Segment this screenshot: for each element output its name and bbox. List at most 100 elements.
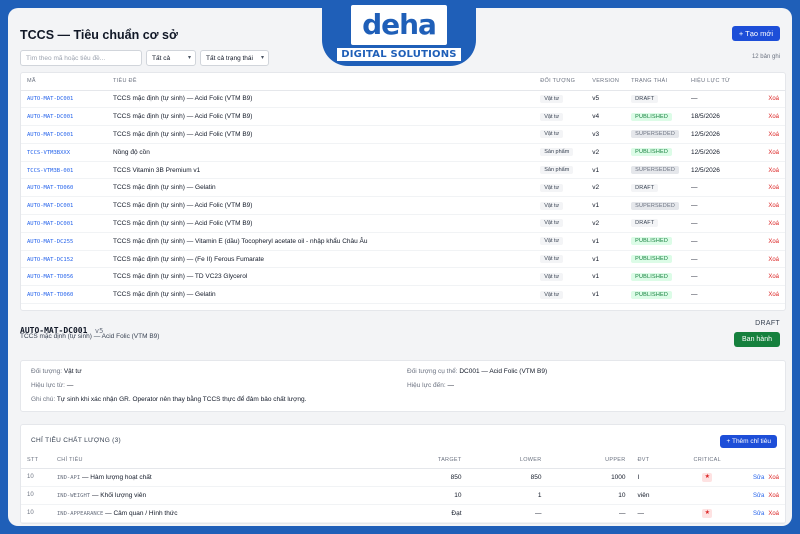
row-delete-link[interactable]: Xoá bbox=[768, 150, 779, 156]
row-delete-link[interactable]: Xoá bbox=[768, 274, 779, 280]
table-row[interactable]: AUTO-MAT-TD060 TCCS mặc định (tự sinh) — … bbox=[21, 285, 785, 305]
row-code-link[interactable]: AUTO-MAT-TD056 bbox=[27, 274, 73, 280]
row-effective-date: — bbox=[685, 232, 749, 251]
metrics-header-row: STT Chỉ tiêu Target Lower Upper ĐVT Crit… bbox=[21, 453, 785, 469]
metric-row: 10 IND-WEIGHT — Khối lượng viên 10 1 10 viên S… bbox=[21, 486, 785, 505]
row-title: TCCS mặc định (tự sinh) — Acid Folic (VT… bbox=[107, 107, 535, 127]
row-code-link[interactable]: AUTO-MAT-DC255 bbox=[27, 239, 73, 245]
row-delete-link[interactable]: Xoá bbox=[768, 168, 779, 174]
row-version: v2 bbox=[586, 214, 626, 233]
row-status-badge: SUPERSEDED bbox=[631, 201, 679, 210]
row-object-badge: Vật tư bbox=[540, 219, 564, 228]
row-version: v1 bbox=[586, 196, 626, 216]
row-delete-link[interactable]: Xoá bbox=[768, 257, 779, 263]
row-delete-link[interactable]: Xoá bbox=[768, 203, 779, 209]
row-effective-date: — bbox=[685, 178, 749, 198]
row-effective-date: — bbox=[685, 267, 749, 287]
row-status-badge: SUPERSEDED bbox=[631, 166, 679, 175]
row-delete-link[interactable]: Xoá bbox=[768, 239, 779, 245]
type-filter-select[interactable]: Tất cả ▾ bbox=[146, 50, 196, 66]
row-code-link[interactable]: AUTO-MAT-TD060 bbox=[27, 292, 73, 298]
page-title: TCCS — Tiêu chuẩn cơ sở bbox=[20, 28, 178, 42]
table-row[interactable]: AUTO-MAT-DC001 TCCS mặc định (tự sinh) — … bbox=[21, 107, 785, 127]
row-code-link[interactable]: TCCS-VTM3B-001 bbox=[27, 168, 73, 174]
row-object-badge: Vật tư bbox=[540, 290, 564, 299]
metric-edit-link[interactable]: Sửa bbox=[753, 475, 764, 481]
info-note-value: Tự sinh khi xác nhận GR. Operator nên th… bbox=[56, 396, 307, 403]
table-row[interactable]: AUTO-MAT-TD056 TCCS mặc định (tự sinh) — … bbox=[21, 267, 785, 287]
row-status-badge: PUBLISHED bbox=[631, 112, 673, 121]
row-delete-link[interactable]: Xoá bbox=[768, 114, 779, 120]
table-row[interactable]: AUTO-MAT-DC001 TCCS mặc định (tự sinh) — … bbox=[21, 125, 785, 144]
metric-stt: 10 bbox=[21, 468, 51, 487]
row-status-badge: PUBLISHED bbox=[631, 255, 673, 264]
table-row[interactable]: AUTO-MAT-TD060 TCCS mặc định (tự sinh) — … bbox=[21, 178, 785, 198]
search-input[interactable] bbox=[20, 50, 142, 66]
col-header-effective: Hiệu lực từ bbox=[685, 73, 749, 91]
row-delete-link[interactable]: Xoá bbox=[768, 96, 779, 102]
row-code-link[interactable]: AUTO-MAT-DC152 bbox=[27, 257, 73, 263]
metric-delete-link[interactable]: Xoá bbox=[768, 493, 779, 499]
row-code-link[interactable]: AUTO-MAT-DC001 bbox=[27, 96, 73, 102]
status-filter-select[interactable]: Tất cả trạng thái ▾ bbox=[200, 50, 269, 66]
row-delete-link[interactable]: Xoá bbox=[768, 292, 779, 298]
metric-name: — Cảm quan / Hình thức bbox=[105, 509, 178, 517]
metrics-col-critical: Critical bbox=[687, 453, 727, 469]
metric-target: 10 bbox=[407, 486, 468, 505]
table-row[interactable]: AUTO-MAT-DC001 TCCS mặc định (tự sinh) — … bbox=[21, 214, 785, 233]
deha-logo: deha DIGITAL SOLUTIONS bbox=[322, 0, 476, 66]
metric-upper: 10 bbox=[547, 486, 632, 505]
row-title: TCCS mặc định (tự sinh) — Acid Folic (VT… bbox=[107, 90, 535, 109]
metric-edit-link[interactable]: Sửa bbox=[753, 511, 764, 517]
row-effective-date: — bbox=[685, 90, 749, 109]
metric-unit: I bbox=[631, 468, 688, 487]
metrics-col-name: Chỉ tiêu bbox=[51, 453, 408, 469]
row-code-link[interactable]: AUTO-MAT-DC001 bbox=[27, 132, 73, 138]
metrics-col-stt: STT bbox=[21, 453, 51, 469]
metrics-col-target: Target bbox=[407, 453, 468, 469]
row-code-link[interactable]: AUTO-MAT-DC001 bbox=[27, 203, 73, 209]
row-title: TCCS mặc định (tự sinh) — (Fe II) Ferous… bbox=[107, 250, 535, 269]
table-row[interactable]: AUTO-MAT-DC255 TCCS mặc định (tự sinh) — … bbox=[21, 232, 785, 251]
record-count: 12 bản ghi bbox=[751, 54, 780, 60]
row-code-link[interactable]: TCCS-VTM3BXXX bbox=[27, 150, 70, 156]
create-button[interactable]: + Tạo mới bbox=[731, 26, 780, 41]
row-object-badge: Vật tư bbox=[540, 183, 564, 192]
row-delete-link[interactable]: Xoá bbox=[768, 221, 779, 227]
row-delete-link[interactable]: Xoá bbox=[768, 185, 779, 191]
row-status-badge: DRAFT bbox=[631, 183, 659, 192]
col-header-object: Đối tượng bbox=[534, 73, 587, 91]
metric-delete-link[interactable]: Xoá bbox=[768, 475, 779, 481]
table-row[interactable]: AUTO-MAT-DC001 TCCS mặc định (tự sinh) — … bbox=[21, 90, 785, 109]
metric-name: — Hàm lượng hoạt chất bbox=[82, 473, 152, 481]
row-code-link[interactable]: AUTO-MAT-DC001 bbox=[27, 114, 73, 120]
row-delete-link[interactable]: Xoá bbox=[768, 132, 779, 138]
row-effective-date: — bbox=[685, 214, 749, 233]
row-code-link[interactable]: AUTO-MAT-DC001 bbox=[27, 221, 73, 227]
row-version: v1 bbox=[586, 285, 626, 305]
table-row[interactable]: AUTO-MAT-DC001 TCCS mặc định (tự sinh) — … bbox=[21, 196, 785, 216]
row-object-badge: Vật tư bbox=[540, 94, 564, 103]
table-row[interactable]: TCCS-VTM3BXXX Nồng độ cồn Sản phẩm v2 PUBLIS… bbox=[21, 143, 785, 162]
info-from-value: — bbox=[66, 382, 74, 389]
metric-delete-link[interactable]: Xoá bbox=[768, 511, 779, 517]
info-object-value: Vật tư bbox=[63, 368, 82, 375]
metrics-col-lower: Lower bbox=[467, 453, 548, 469]
publish-button[interactable]: Ban hành bbox=[734, 332, 780, 347]
type-filter-value: Tất cả bbox=[152, 55, 171, 62]
col-header-status: Trạng thái bbox=[625, 73, 685, 91]
row-object-badge: Sản phẩm bbox=[540, 166, 574, 175]
row-code-link[interactable]: AUTO-MAT-TD060 bbox=[27, 185, 73, 191]
row-title: TCCS mặc định (tự sinh) — Vitamin E (dầu… bbox=[107, 232, 535, 251]
metric-edit-link[interactable]: Sửa bbox=[753, 493, 764, 499]
row-status-badge: PUBLISHED bbox=[631, 148, 673, 157]
deha-logo-subtitle: DIGITAL SOLUTIONS bbox=[337, 48, 461, 61]
add-metric-button[interactable]: + Thêm chỉ tiêu bbox=[720, 435, 777, 448]
table-row[interactable]: TCCS-VTM3B-001 TCCS Vitamin 3B Premium v1… bbox=[21, 161, 785, 180]
row-object-badge: Vật tư bbox=[540, 112, 564, 121]
table-row[interactable]: AUTO-MAT-DC152 TCCS mặc định (tự sinh) — … bbox=[21, 250, 785, 269]
info-from: Hiệu lực từ: — bbox=[31, 382, 73, 389]
app-frame: TCCS — Tiêu chuẩn cơ sở + Tạo mới Tất cả… bbox=[8, 8, 792, 526]
info-note-label: Ghi chú: bbox=[31, 396, 56, 403]
col-header-actions bbox=[749, 73, 785, 91]
